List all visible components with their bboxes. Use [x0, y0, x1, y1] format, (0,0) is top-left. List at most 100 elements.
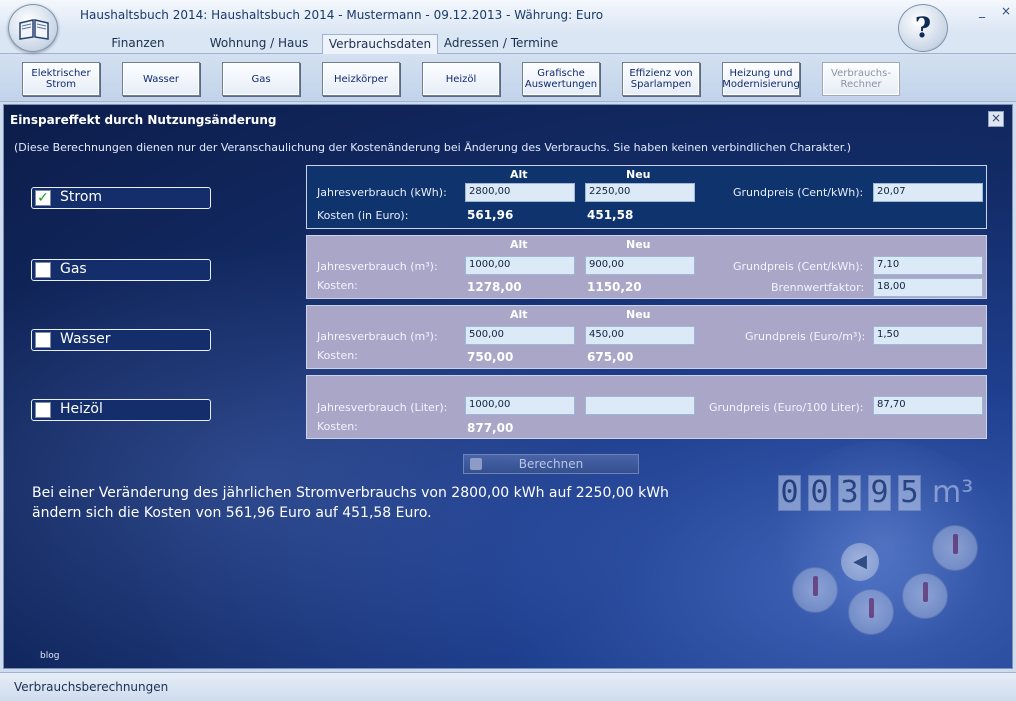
price-label: Grundpreis (Cent/kWh): [733, 186, 864, 199]
heizoel-new-usage-input[interactable] [585, 396, 695, 415]
wasser-button[interactable]: Wasser [122, 62, 200, 96]
meter-digit: 5 [898, 475, 921, 511]
status-text: Verbrauchsberechnungen [14, 680, 169, 694]
app-menu-button[interactable] [8, 4, 58, 52]
strom-label: Strom [60, 189, 103, 205]
heizoel-label: Heizöl [60, 401, 103, 417]
gas-checkbox[interactable]: Gas [31, 259, 211, 281]
tab-wohnung-haus[interactable]: Wohnung / Haus [200, 34, 318, 54]
col-header-alt: Alt [510, 308, 528, 321]
checkbox-empty [35, 262, 51, 278]
tab-verbrauchsdaten[interactable]: Verbrauchsdaten [322, 34, 438, 55]
heizung-modernisierung-button[interactable]: Heizung und Modernisierung [722, 62, 800, 96]
panel-close-button[interactable]: × [988, 111, 1004, 127]
result-text: Bei einer Veränderung des jährlichen Str… [32, 483, 669, 523]
help-button[interactable]: ? [898, 4, 948, 52]
cost-label: Kosten: [317, 349, 358, 362]
close-window-button[interactable]: × [1000, 4, 1012, 18]
usage-label: Jahresverbrauch (m³): [317, 260, 438, 273]
dial-icon [792, 567, 838, 613]
cost-label: Kosten (in Euro): [317, 209, 409, 222]
gas-label: Gas [60, 261, 87, 277]
brennwertfaktor-input[interactable]: 18,00 [873, 278, 983, 297]
meter-digit: 0 [778, 475, 801, 511]
panel-title: Einspareffekt durch Nutzungsänderung [10, 113, 277, 127]
heizoel-old-cost: 877,00 [467, 421, 514, 435]
brennwert-label: Brennwertfaktor: [771, 281, 865, 294]
strom-calc-block: Alt Neu Jahresverbrauch (kWh): 2800,00 2… [306, 165, 987, 229]
cost-label: Kosten: [317, 420, 358, 433]
strom-old-usage-input[interactable]: 2800,00 [465, 183, 575, 202]
price-label: Grundpreis (Euro/100 Liter): [709, 401, 864, 414]
col-header-neu: Neu [626, 308, 651, 321]
wasser-old-usage-input[interactable]: 500,00 [465, 326, 575, 345]
calculator-panel: Einspareffekt durch Nutzungsänderung × (… [3, 104, 1013, 669]
toolbar: Elektrischer Strom Wasser Gas Heizkörper… [0, 54, 1016, 102]
gas-price-input[interactable]: 7,10 [873, 256, 983, 275]
price-label: Grundpreis (Euro/m³): [745, 330, 866, 343]
book-icon [19, 19, 49, 40]
wasser-new-cost: 675,00 [587, 350, 634, 364]
heizoel-price-input[interactable]: 87,70 [873, 396, 983, 415]
tab-bar: Finanzen Wohnung / Haus Verbrauchsdaten … [0, 32, 1016, 55]
wasser-price-input[interactable]: 1,50 [873, 326, 983, 345]
heizoel-old-usage-input[interactable]: 1000,00 [465, 396, 575, 415]
water-meter-decoration: 0 0 3 9 5 m³ ◀ [746, 435, 1008, 668]
grafische-auswertungen-button[interactable]: Grafische Auswertungen [522, 62, 600, 96]
wasser-checkbox[interactable]: Wasser [31, 329, 211, 351]
wasser-calc-block: Alt Neu Jahresverbrauch (m³): 500,00 450… [306, 305, 987, 369]
effizienz-sparlampen-button[interactable]: Effizienz von Sparlampen [622, 62, 700, 96]
gas-calc-block: Alt Neu Jahresverbrauch (m³): 1000,00 90… [306, 235, 987, 299]
title-bar: Haushaltsbuch 2014: Haushaltsbuch 2014 -… [0, 0, 1016, 32]
usage-label: Jahresverbrauch (m³): [317, 330, 438, 343]
result-line-1: Bei einer Veränderung des jährlichen Str… [32, 485, 669, 501]
verbrauchs-rechner-button[interactable]: Verbrauchs-Rechner [822, 62, 900, 96]
status-bar: Verbrauchsberechnungen [0, 672, 1016, 701]
heizoel-checkbox[interactable]: Heizöl [31, 399, 211, 421]
col-header-neu: Neu [626, 168, 651, 181]
gas-new-usage-input[interactable]: 900,00 [585, 256, 695, 275]
usage-label: Jahresverbrauch (kWh): [317, 186, 447, 199]
berechnen-label: Berechnen [518, 457, 584, 471]
window-controls: _ × [976, 4, 1012, 18]
strom-checkbox[interactable]: ✓ Strom [31, 187, 211, 209]
dial-icon [902, 573, 948, 619]
tab-adressen-termine[interactable]: Adressen / Termine [442, 34, 560, 54]
checkbox-empty [35, 402, 51, 418]
wasser-old-cost: 750,00 [467, 350, 514, 364]
wasser-label: Wasser [60, 331, 111, 347]
gas-old-cost: 1278,00 [467, 280, 522, 294]
col-header-alt: Alt [510, 168, 528, 181]
heizoel-button[interactable]: Heizöl [422, 62, 500, 96]
strom-new-usage-input[interactable]: 2250,00 [585, 183, 695, 202]
tab-finanzen[interactable]: Finanzen [96, 34, 180, 54]
meter-unit: m³ [932, 475, 974, 510]
play-arrow-icon: ◀ [841, 543, 879, 581]
dial-icon [848, 589, 894, 635]
gas-button[interactable]: Gas [222, 62, 300, 96]
col-header-neu: Neu [626, 238, 651, 251]
heizkoerper-button[interactable]: Heizkörper [322, 62, 400, 96]
window-title: Haushaltsbuch 2014: Haushaltsbuch 2014 -… [80, 8, 604, 22]
cost-label: Kosten: [317, 279, 358, 292]
blog-link[interactable]: blog [40, 651, 59, 661]
usage-label: Jahresverbrauch (Liter): [317, 401, 448, 414]
gas-new-cost: 1150,20 [587, 280, 642, 294]
wasser-new-usage-input[interactable]: 450,00 [585, 326, 695, 345]
gas-old-usage-input[interactable]: 1000,00 [465, 256, 575, 275]
meter-digit: 9 [868, 475, 891, 511]
minimize-button[interactable]: _ [976, 4, 988, 18]
strom-old-cost: 561,96 [467, 208, 514, 222]
strom-price-input[interactable]: 20,07 [873, 183, 983, 202]
meter-digit: 3 [838, 475, 861, 511]
checkmark-icon: ✓ [35, 190, 51, 206]
checkbox-empty [35, 332, 51, 348]
price-label: Grundpreis (Cent/kWh): [733, 260, 864, 273]
col-header-alt: Alt [510, 238, 528, 251]
result-line-2: ändern sich die Kosten von 561,96 Euro a… [32, 505, 432, 521]
berechnen-button[interactable]: Berechnen [463, 454, 639, 474]
elektrischer-strom-button[interactable]: Elektrischer Strom [22, 62, 100, 96]
strom-new-cost: 451,58 [587, 208, 634, 222]
disclaimer-note: (Diese Berechnungen dienen nur der Veran… [14, 141, 852, 154]
heizoel-calc-block: Jahresverbrauch (Liter): 1000,00 Grundpr… [306, 375, 987, 439]
